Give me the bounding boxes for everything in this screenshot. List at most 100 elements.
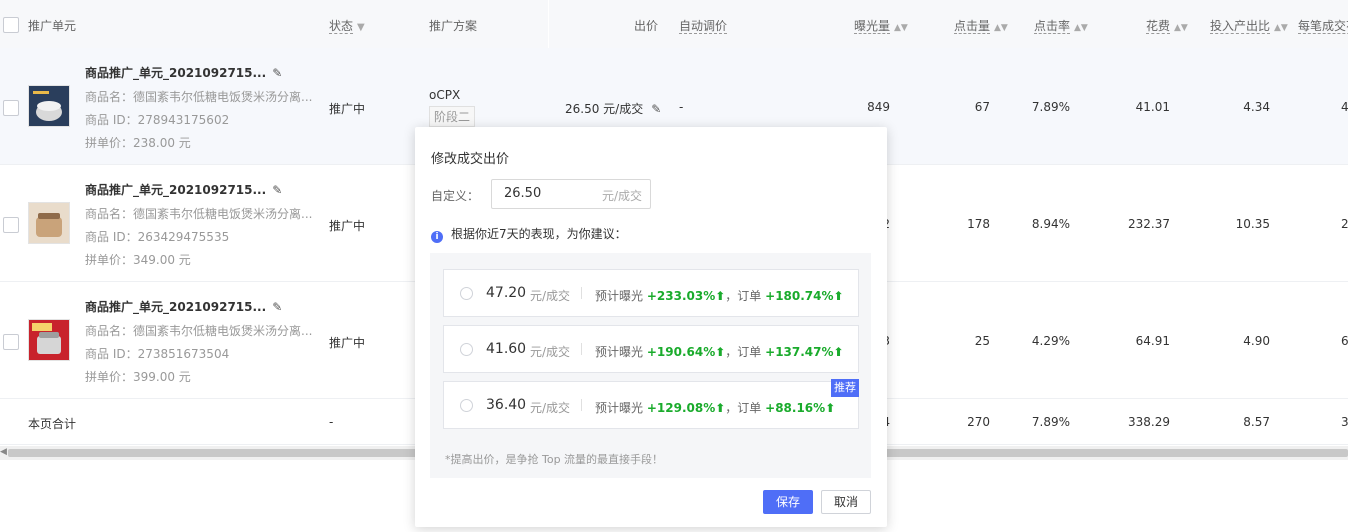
ctr-value: 7.89% [1031,100,1070,114]
total-ctr: 7.89% [1031,415,1070,429]
header-status-label: 状态 [329,19,354,34]
unit-name-text: 商品推广_单元_2021092715... [85,66,267,80]
ctr-value: 4.29% [1031,334,1070,348]
suggestion-panel: 47.20 元/成交 预计曝光 +233.03%⬆，订单 +180.74%⬆ 4… [430,253,871,478]
total-label: 本页合计 [28,417,77,431]
order-label: ，订单 [725,345,762,359]
product-id: 商品 ID：273851673504 [85,347,230,361]
filter-icon[interactable]: ▼ [357,22,365,33]
per-deal-value: 4 [1341,100,1348,114]
impressions-value: 849 [867,100,890,114]
sort-icon[interactable]: ▲▼ [1174,23,1188,33]
suggestion-tip-text: 根据你近7天的表现，为你建议： [451,227,627,241]
exposure-increase: +190.64% [646,345,716,359]
suggestion-option[interactable]: 36.40 元/成交 预计曝光 +129.08%⬆，订单 +88.16%⬆ 推荐 [443,379,859,429]
exposure-label: 预计曝光 [595,345,644,359]
rice-cooker-image [29,86,69,126]
suggestion-option[interactable]: 47.20 元/成交 预计曝光 +233.03%⬆，订单 +180.74%⬆ [443,269,859,317]
cancel-button[interactable]: 取消 [821,490,871,514]
save-button[interactable]: 保存 [763,490,813,514]
exposure-label: 预计曝光 [595,401,644,415]
header-status[interactable]: 状态 ▼ [329,17,365,34]
clicks-value: 178 [967,217,990,231]
header-auto-bid-label: 自动调价 [679,19,728,34]
custom-label: 自定义： [431,189,480,203]
header-roi[interactable]: 投入产出比 ▲▼ [1210,17,1288,34]
plan-cell: oCPX 阶段二 [429,88,476,127]
unit-name[interactable]: 商品推广_单元_2021092715... ✎ [85,181,282,198]
order-increase: +137.47% [765,345,834,359]
product-thumbnail [28,85,70,127]
exposure-increase: +233.03% [646,289,716,303]
row-checkbox[interactable] [3,100,19,116]
row-checkbox[interactable] [3,334,19,350]
divider [581,287,582,299]
sort-icon[interactable]: ▲▼ [994,23,1008,33]
plan-name: oCPX [429,88,461,102]
unit-name-text: 商品推广_单元_2021092715... [85,183,267,197]
product-price: 拼单价：238.00 元 [85,136,191,150]
order-label: ，订单 [725,289,762,303]
option-price: 41.60 [486,341,527,357]
bid-input[interactable]: 26.50 元/成交 [491,179,651,209]
arrow-up-icon: ⬆ [715,345,726,359]
info-icon: i [431,231,443,243]
header-unit: 推广单元 [28,19,77,33]
option-price: 36.40 [486,397,527,413]
divider [581,399,582,411]
radio-button[interactable] [460,399,473,412]
cost-value: 41.01 [1135,100,1170,114]
radio-button[interactable] [460,287,473,300]
unit-name[interactable]: 商品推广_单元_2021092715... ✎ [85,64,282,81]
ctr-value: 8.94% [1031,217,1070,231]
status-text: 推广中 [329,336,366,350]
recommended-badge: 推荐 [831,379,859,397]
radio-button[interactable] [460,343,473,356]
status-text: 推广中 [329,102,366,116]
cost-value: 232.37 [1128,217,1170,231]
order-increase: +88.16% [765,401,826,415]
sort-icon[interactable]: ▲▼ [894,23,908,33]
product-id: 商品 ID：263429475535 [85,230,230,244]
option-unit: 元/成交 [530,345,571,359]
order-label: ，订单 [725,401,762,415]
sort-icon[interactable]: ▲▼ [1274,23,1288,33]
product-thumbnail [28,202,70,244]
option-forecast: 预计曝光 +233.03%⬆，订单 +180.74%⬆ [595,287,844,304]
product-thumbnail [28,319,70,361]
bid-value: 26.50 元/成交 [565,102,644,116]
edit-icon[interactable]: ✎ [272,66,282,80]
arrow-up-icon: ⬆ [715,401,726,415]
per-deal-value: 2 [1341,217,1348,231]
edit-icon[interactable]: ✎ [272,183,282,197]
edit-icon[interactable]: ✎ [651,102,661,116]
header-auto-bid: 自动调价 [679,17,728,34]
product-price: 拼单价：399.00 元 [85,370,191,384]
unit-name[interactable]: 商品推广_单元_2021092715... ✎ [85,298,282,315]
arrow-up-icon: ⬆ [715,289,726,303]
roi-value: 4.90 [1243,334,1270,348]
header-ctr[interactable]: 点击率 ▲▼ [1034,17,1088,34]
suggestion-option[interactable]: 41.60 元/成交 预计曝光 +190.64%⬆，订单 +137.47%⬆ [443,325,859,373]
row-checkbox[interactable] [3,217,19,233]
select-all-checkbox[interactable] [3,17,19,33]
header-ctr-label: 点击率 [1034,19,1071,34]
header-cost[interactable]: 花费 ▲▼ [1146,17,1188,34]
status-text: 推广中 [329,219,366,233]
popover-title: 修改成交出价 [431,152,510,167]
sort-icon[interactable]: ▲▼ [1074,23,1088,33]
suggestion-tip: i 根据你近7天的表现，为你建议： [431,225,627,243]
product-name: 商品名：德国紊韦尔低糖电饭煲米汤分离... [85,324,313,338]
header-impressions[interactable]: 曝光量 ▲▼ [854,17,908,34]
scroll-left-icon[interactable]: ◀ [0,447,7,457]
header-impressions-label: 曝光量 [854,19,891,34]
hint-text: *提高出价，是争抢 Top 流量的最直接手段！ [445,453,664,466]
auto-bid-value: - [679,100,684,114]
header-clicks[interactable]: 点击量 ▲▼ [954,17,1008,34]
exposure-label: 预计曝光 [595,289,644,303]
edit-icon[interactable]: ✎ [272,300,282,314]
roi-value: 4.34 [1243,100,1270,114]
total-roi: 8.57 [1243,415,1270,429]
per-deal-value: 6 [1341,334,1348,348]
product-name: 商品名：德国紊韦尔低糖电饭煲米汤分离... [85,207,313,221]
